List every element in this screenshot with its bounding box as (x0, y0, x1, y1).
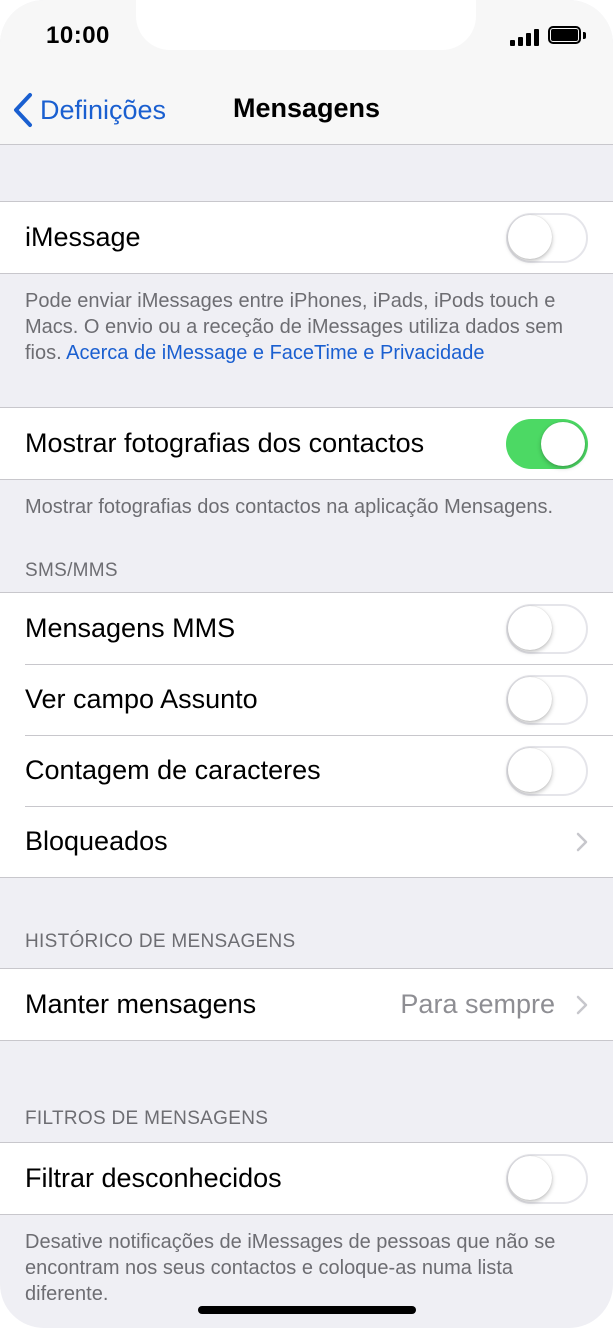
home-indicator (198, 1306, 416, 1314)
character-count-label: Contagem de caracteres (25, 755, 321, 785)
signal-icon (510, 28, 540, 46)
filters-group: Filtrar desconhecidos (0, 1142, 613, 1215)
settings-list: iMessage Pode enviar iMessages entre iPh… (0, 145, 613, 1307)
notch (136, 0, 476, 50)
keep-messages-label: Manter mensagens (25, 989, 257, 1019)
mms-row: Mensagens MMS (0, 593, 613, 664)
subject-field-toggle[interactable] (506, 674, 588, 725)
imessage-group: iMessage (0, 201, 613, 274)
phone-screen: 10:00 Definições Mensagens iMessage Pode… (0, 0, 613, 1328)
subject-field-label: Ver campo Assunto (25, 684, 258, 714)
mms-label: Mensagens MMS (25, 613, 236, 643)
history-group: Manter mensagens Para sempre (0, 968, 613, 1041)
filters-footer: Desative notificações de iMessages de pe… (25, 1231, 556, 1305)
contact-photos-row: Mostrar fotografias dos contactos (0, 408, 613, 479)
imessage-label: iMessage (25, 222, 141, 252)
imessage-footer: Pode enviar iMessages entre iPhones, iPa… (0, 274, 613, 380)
filter-unknown-toggle[interactable] (506, 1153, 588, 1204)
imessage-toggle[interactable] (506, 212, 588, 263)
sms-mms-group: Mensagens MMS Ver campo Assunto Contagem… (0, 592, 613, 878)
contact-photos-toggle[interactable] (506, 418, 588, 469)
imessage-privacy-link[interactable]: Acerca de iMessage e FaceTime e Privacid… (66, 342, 484, 364)
status-bar: 10:00 (0, 0, 613, 80)
contact-photos-group: Mostrar fotografias dos contactos (0, 407, 613, 480)
contact-photos-footer: Mostrar fotografias dos contactos na apl… (25, 496, 554, 518)
filter-unknown-row: Filtrar desconhecidos (0, 1143, 613, 1214)
character-count-row: Contagem de caracteres (0, 735, 613, 806)
filter-unknown-label: Filtrar desconhecidos (25, 1163, 282, 1193)
battery-icon (548, 26, 588, 46)
subject-field-row: Ver campo Assunto (0, 664, 613, 735)
blocked-row[interactable]: Bloqueados (0, 806, 613, 877)
status-time: 10:00 (46, 22, 110, 49)
page-title: Mensagens (232, 93, 381, 123)
character-count-toggle[interactable] (506, 745, 588, 796)
contact-photos-label: Mostrar fotografias dos contactos (25, 428, 425, 458)
keep-messages-row[interactable]: Manter mensagens Para sempre (0, 969, 613, 1040)
imessage-row: iMessage (0, 202, 613, 273)
navigation-bar: Definições Mensagens (0, 80, 613, 145)
blocked-label: Bloqueados (25, 826, 168, 856)
history-header: HISTÓRICO DE MENSAGENS (25, 931, 296, 952)
filters-header: FILTROS DE MENSAGENS (25, 1108, 269, 1129)
chevron-right-icon (576, 995, 588, 1014)
mms-toggle[interactable] (506, 603, 588, 654)
keep-messages-value: Para sempre (400, 989, 555, 1019)
sms-mms-header: SMS/MMS (25, 560, 118, 581)
chevron-right-icon (576, 832, 588, 851)
